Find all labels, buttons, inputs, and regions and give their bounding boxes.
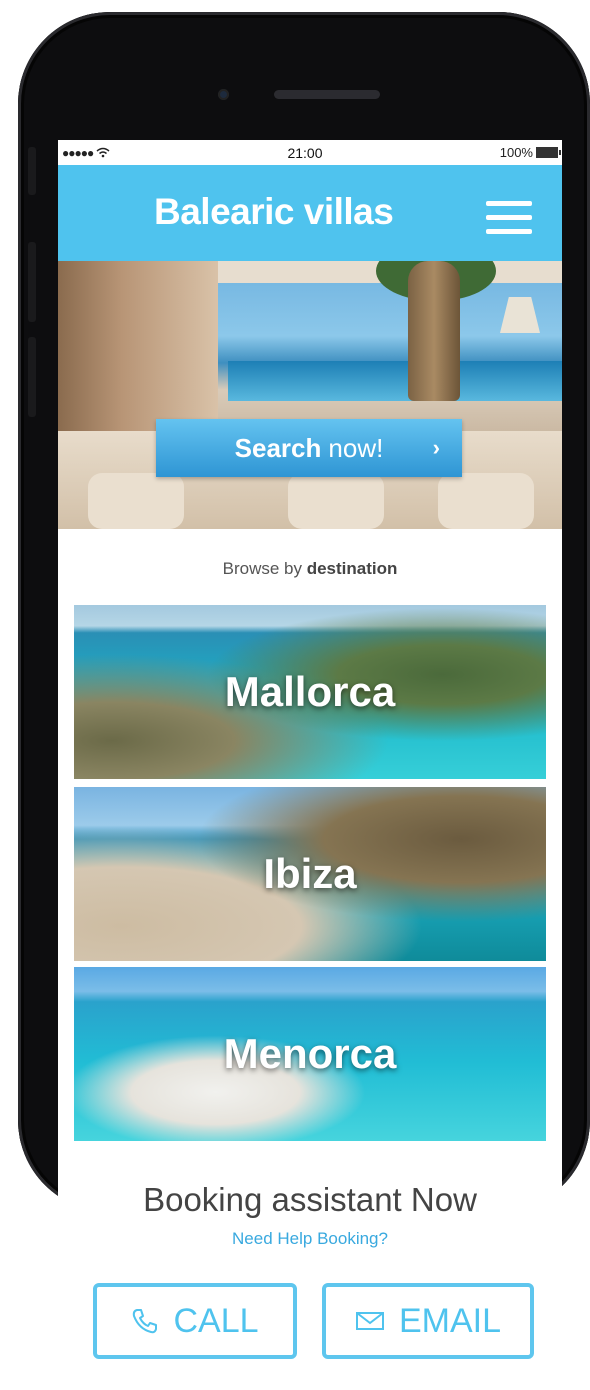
booking-assistant-title: Booking assistant Now <box>143 1181 477 1218</box>
contact-buttons: CALL EMAIL <box>93 1283 534 1359</box>
signal-dots-icon: ●●●●● <box>62 145 94 160</box>
destination-label: Ibiza <box>263 850 357 897</box>
status-bar: ●●●●● 21:00 100% <box>58 140 562 165</box>
volume-down-button <box>28 337 36 417</box>
search-label-strong: Search <box>234 432 322 463</box>
signal-wifi: ●●●●● <box>62 146 110 160</box>
wifi-icon <box>96 147 110 158</box>
browse-prefix: Browse by <box>222 559 302 578</box>
browse-bold: destination <box>306 559 398 578</box>
destination-card-menorca[interactable]: Menorca <box>74 967 546 1141</box>
hero-palm-trunk <box>408 261 460 401</box>
battery-icon <box>535 147 561 158</box>
hero-cushion <box>438 473 534 529</box>
battery-percent: 100% <box>499 145 533 160</box>
chevron-right-icon: › <box>432 435 440 460</box>
mute-switch <box>28 147 36 195</box>
email-button[interactable]: EMAIL <box>322 1283 534 1359</box>
search-label-light: now! <box>328 432 384 463</box>
status-time: 21:00 <box>287 144 323 161</box>
earpiece-speaker <box>274 90 380 99</box>
destination-card-ibiza[interactable]: Ibiza <box>74 787 546 961</box>
app-screen: ●●●●● 21:00 100% Balearic villas Search … <box>58 140 562 1390</box>
destination-label: Menorca <box>223 1030 397 1077</box>
brand-title: Balearic villas <box>154 191 394 232</box>
need-help-link[interactable]: Need Help Booking? <box>58 1229 562 1249</box>
call-button[interactable]: CALL <box>93 1283 297 1359</box>
hero-lamp <box>500 297 540 333</box>
hero-cushion <box>88 473 184 529</box>
hero-cushion <box>288 473 384 529</box>
email-label: EMAIL <box>398 1301 502 1340</box>
destination-label: Mallorca <box>224 668 396 715</box>
destination-card-mallorca[interactable]: Mallorca <box>74 605 546 779</box>
volume-up-button <box>28 242 36 322</box>
envelope-icon <box>355 1312 384 1330</box>
app-header: Balearic villas <box>58 165 562 261</box>
search-now-button[interactable]: Search now! › <box>156 419 462 477</box>
phone-icon <box>133 1309 158 1334</box>
browse-heading: Browse by destination <box>58 559 562 579</box>
hero-pool <box>228 361 562 401</box>
call-label: CALL <box>173 1301 259 1340</box>
hero-banner: Search now! › <box>58 261 562 529</box>
front-camera-icon <box>218 89 229 100</box>
battery-indicator: 100% <box>499 145 561 160</box>
hamburger-menu-icon[interactable] <box>486 201 532 235</box>
